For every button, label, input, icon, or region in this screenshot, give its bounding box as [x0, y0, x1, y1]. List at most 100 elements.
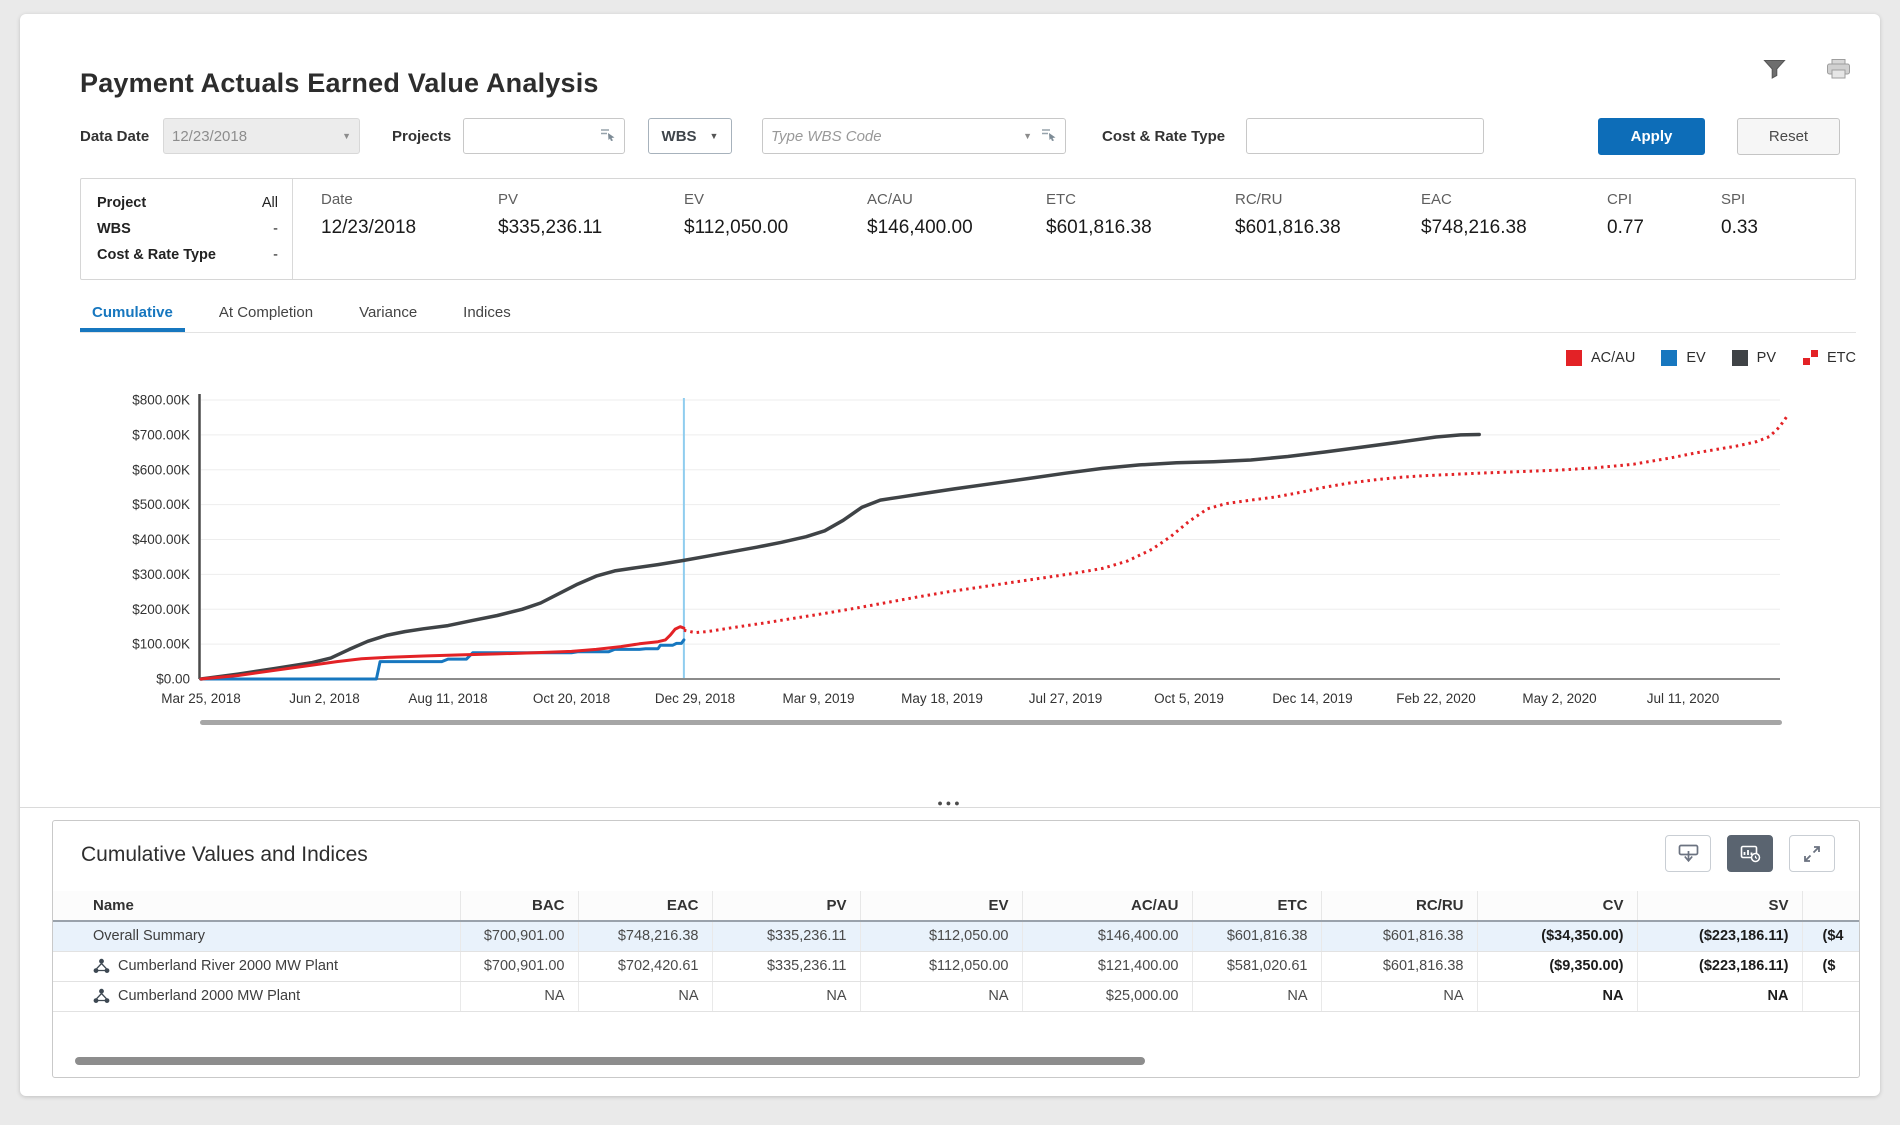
projects-input[interactable] [463, 118, 625, 154]
summary-filter-row: Cost & Rate Type- [97, 242, 278, 268]
col-header-pv[interactable]: PV [712, 891, 860, 921]
table-scrollbar[interactable] [75, 1057, 1145, 1065]
metric-label: Date [321, 191, 416, 208]
x-axis-label: Jul 27, 2019 [1029, 691, 1103, 706]
table-row-cumberland-river-2000-mw-plant[interactable]: Cumberland River 2000 MW Plant $700,901.0… [53, 951, 1859, 981]
x-axis-label: Mar 9, 2019 [782, 691, 854, 706]
summary-metric-eac: EAC$748,216.38 [1421, 191, 1527, 239]
panel-toolbar [1665, 835, 1835, 872]
row-name-label: Cumberland River 2000 MW Plant [118, 958, 338, 974]
x-axis-label: Oct 5, 2019 [1154, 691, 1224, 706]
summary-metric-ev: EV$112,050.00 [684, 191, 788, 239]
col-header-bac[interactable]: BAC [460, 891, 578, 921]
data-date-value: 12/23/2018 [172, 128, 336, 145]
table-header-row: NameBACEACPVEVAC/AUETCRC/RUCVSV [53, 891, 1859, 921]
x-axis-label: Aug 11, 2018 [408, 691, 487, 706]
evm-chart[interactable]: $0.00$100.00K$200.00K$300.00K$400.00K$50… [80, 386, 1840, 731]
metric-value: $335,236.11 [498, 217, 602, 239]
legend-item-pv[interactable]: PV [1732, 350, 1776, 366]
etc-dotted-swatch [1802, 350, 1818, 366]
cell-eac: $748,216.38 [578, 921, 712, 951]
col-header-clipped[interactable] [1802, 891, 1859, 921]
cell-eac: $702,420.61 [578, 951, 712, 981]
x-axis-label: Jul 11, 2020 [1647, 691, 1720, 706]
x-axis-label: May 2, 2020 [1522, 691, 1596, 706]
chart-table-toggle-button[interactable] [1727, 835, 1773, 872]
metric-value: $601,816.38 [1235, 217, 1341, 239]
legend-item-etc[interactable]: ETC [1802, 350, 1856, 366]
page-title: Payment Actuals Earned Value Analysis [80, 68, 599, 99]
summary-metric-cpi: CPI0.77 [1607, 191, 1644, 239]
y-axis-label: $0.00 [156, 672, 190, 687]
cell-bac: $700,901.00 [460, 951, 578, 981]
metric-value: $601,816.38 [1046, 217, 1152, 239]
evm-analysis-card: Payment Actuals Earned Value Analysis Da… [20, 14, 1880, 1096]
col-header-etc[interactable]: ETC [1192, 891, 1321, 921]
summary-filters-applied: ProjectAllWBS-Cost & Rate Type- [81, 179, 293, 279]
wbs-dropdown-label: WBS [662, 128, 697, 145]
tab-indices[interactable]: Indices [451, 296, 523, 332]
col-header-eac[interactable]: EAC [578, 891, 712, 921]
print-icon[interactable] [1825, 58, 1852, 81]
metric-label: SPI [1721, 191, 1758, 208]
col-header-sv[interactable]: SV [1637, 891, 1802, 921]
col-header-ev[interactable]: EV [860, 891, 1022, 921]
summary-metric-date: Date 12/23/2018 [321, 191, 416, 239]
cost-rate-type-input[interactable] [1246, 118, 1484, 154]
cell-ev: NA [860, 981, 1022, 1011]
chevron-down-icon: ▼ [710, 131, 719, 141]
col-header-cv[interactable]: CV [1477, 891, 1637, 921]
wbs-node-icon [93, 958, 110, 974]
data-date-input[interactable]: 12/23/2018 ▼ [163, 118, 360, 154]
summary-filter-value: All [262, 190, 278, 216]
cell-pv: $335,236.11 [712, 951, 860, 981]
detach-button[interactable] [1665, 835, 1711, 872]
reset-button[interactable]: Reset [1737, 118, 1840, 155]
cell-pv: $335,236.11 [712, 921, 860, 951]
metric-label: RC/RU [1235, 191, 1341, 208]
col-header-ac-au[interactable]: AC/AU [1022, 891, 1192, 921]
legend-item-ac-au[interactable]: AC/AU [1566, 350, 1635, 366]
col-header-name[interactable]: Name [53, 891, 460, 921]
tab-at-completion[interactable]: At Completion [207, 296, 325, 332]
row-name-label: Overall Summary [93, 928, 205, 944]
chevron-down-icon: ▼ [342, 131, 351, 141]
cell-clipped [1802, 981, 1859, 1011]
cell-eac: NA [578, 981, 712, 1011]
list-of-values-icon[interactable] [1041, 128, 1057, 145]
wbs-dropdown[interactable]: WBS ▼ [648, 118, 732, 154]
wbs-code-input[interactable]: Type WBS Code ▼ [762, 118, 1066, 154]
summary-filter-value: - [273, 242, 278, 268]
title-toolbar [1762, 58, 1852, 81]
cell-bac: NA [460, 981, 578, 1011]
summary-metric-spi: SPI0.33 [1721, 191, 1758, 239]
row-name-label: Cumberland 2000 MW Plant [118, 988, 300, 1004]
splitter-dots-icon: ●●● [937, 798, 962, 808]
filter-icon[interactable] [1762, 58, 1787, 81]
tab-cumulative[interactable]: Cumulative [80, 296, 185, 332]
x-axis-label: Feb 22, 2020 [1396, 691, 1476, 706]
col-header-rc-ru[interactable]: RC/RU [1321, 891, 1477, 921]
metric-label: AC/AU [867, 191, 973, 208]
table-row-cumberland-2000-mw-plant[interactable]: Cumberland 2000 MW PlantNANANANA$25,000.… [53, 981, 1859, 1011]
chart-scrollbar[interactable] [200, 720, 1782, 725]
apply-button[interactable]: Apply [1598, 118, 1705, 155]
metric-label: EV [684, 191, 788, 208]
ac-au-swatch [1566, 350, 1582, 366]
data-date-label: Data Date [80, 118, 149, 156]
y-axis-label: $800.00K [132, 393, 190, 408]
table-row-overall-summary[interactable]: Overall Summary$700,901.00$748,216.38$33… [53, 921, 1859, 951]
cell-ev: $112,050.00 [860, 951, 1022, 981]
list-of-values-icon[interactable] [600, 128, 616, 145]
cell-name: Cumberland 2000 MW Plant [53, 981, 460, 1011]
y-axis-label: $100.00K [132, 637, 190, 652]
panel-splitter[interactable]: ●●● [20, 793, 1880, 808]
cumulative-values-table: NameBACEACPVEVAC/AUETCRC/RUCVSVOverall S… [53, 891, 1859, 1012]
legend-item-ev[interactable]: EV [1661, 350, 1705, 366]
tab-variance[interactable]: Variance [347, 296, 429, 332]
cell-pv: NA [712, 981, 860, 1011]
metric-value: $748,216.38 [1421, 217, 1527, 239]
metric-value: 0.77 [1607, 217, 1644, 239]
metric-value: 12/23/2018 [321, 217, 416, 239]
expand-button[interactable] [1789, 835, 1835, 872]
